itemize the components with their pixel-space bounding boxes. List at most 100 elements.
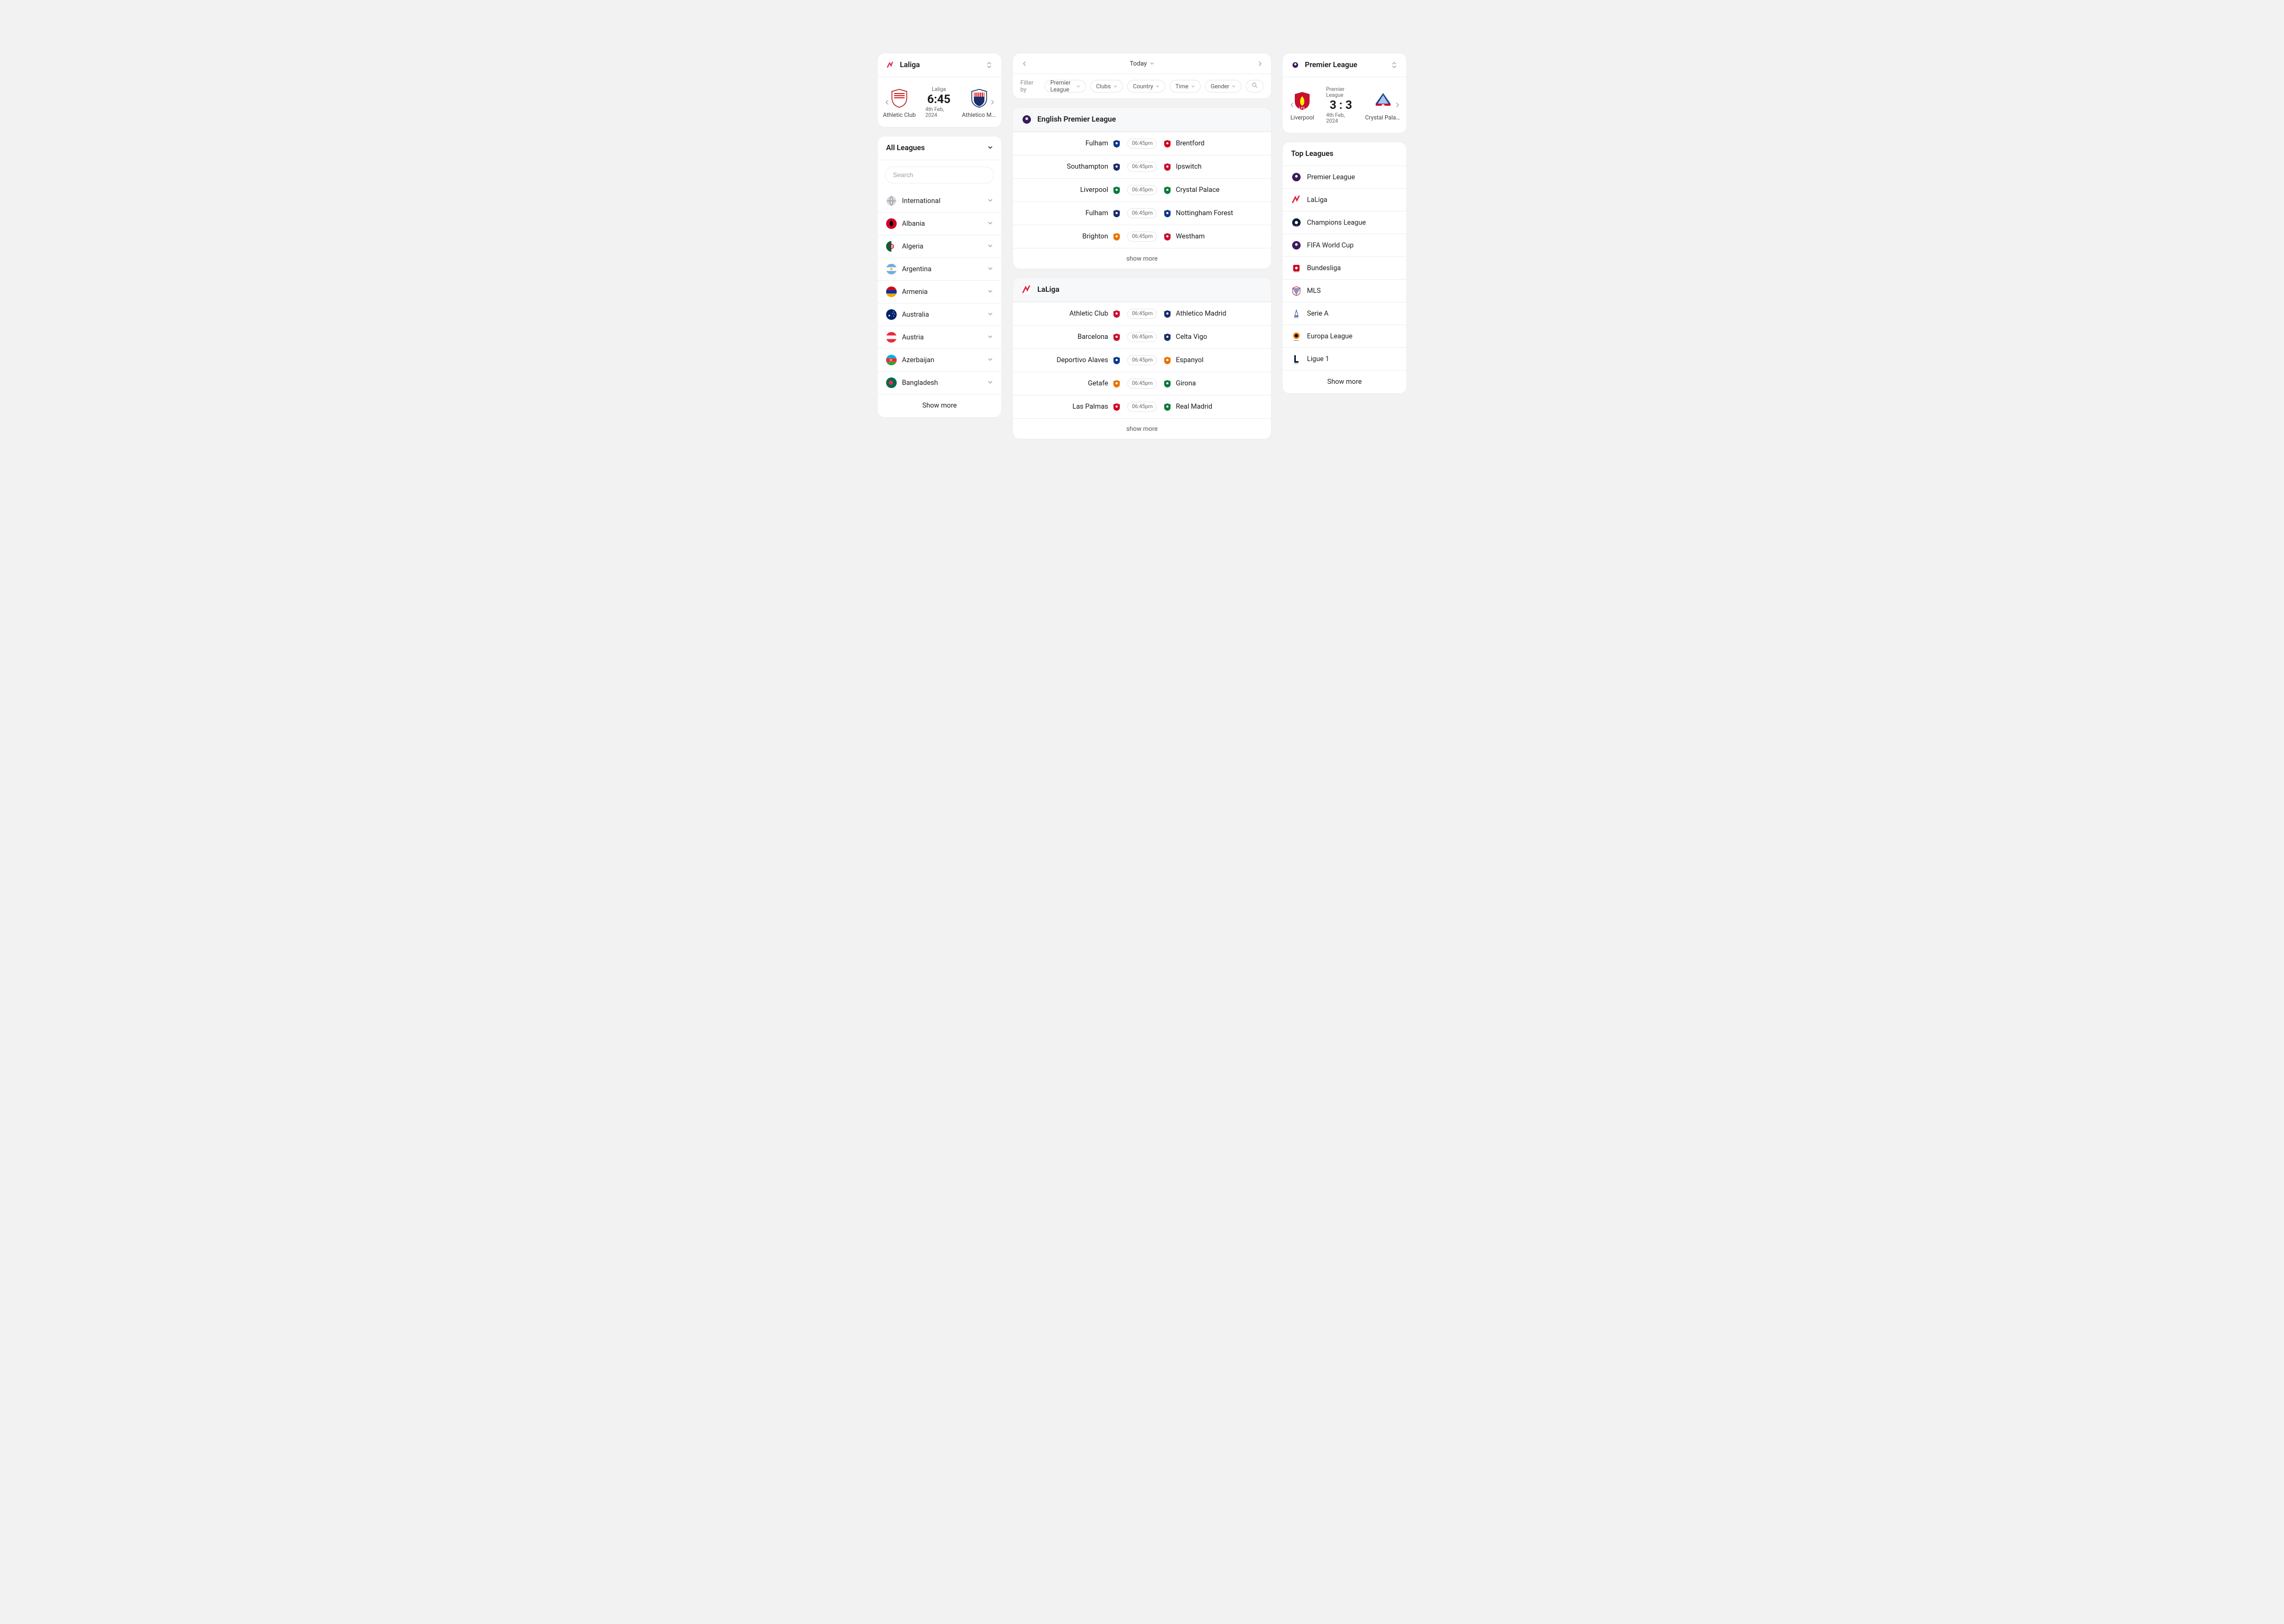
all-leagues-title: All Leagues xyxy=(886,144,925,152)
country-row[interactable]: Argentina xyxy=(878,257,1001,280)
match-row[interactable]: Liverpool 06:45pm Crystal Palace xyxy=(1013,178,1271,201)
flag-icon xyxy=(886,377,897,388)
svg-text:SERIE A: SERIE A xyxy=(1294,317,1299,319)
home-team-name: Liverpool xyxy=(1080,186,1108,194)
country-row[interactable]: International xyxy=(878,190,1001,212)
flag-icon xyxy=(886,332,897,343)
date-prev-button[interactable] xyxy=(1020,59,1029,68)
club-crest-icon xyxy=(1112,209,1121,218)
filter-bar: Filter by Premier League Clubs Country T… xyxy=(1013,74,1271,98)
match-time: 06:45pm xyxy=(1127,309,1157,319)
featured-league-label: Premier League xyxy=(1326,87,1356,98)
club-crest-icon xyxy=(1112,380,1121,388)
show-more-button[interactable]: show more xyxy=(1013,248,1271,269)
match-time: 06:45pm xyxy=(1127,185,1157,195)
chevron-down-icon xyxy=(988,379,993,387)
match-row[interactable]: Getafe 06:45pm Girona xyxy=(1013,372,1271,395)
top-league-name: Champions League xyxy=(1307,219,1366,227)
filter-chip-label: Premier League xyxy=(1051,79,1074,93)
sort-icon[interactable] xyxy=(1392,61,1398,69)
top-league-row[interactable]: LIGUE 1 Ligue 1 xyxy=(1283,347,1406,370)
club-crest-icon xyxy=(1163,310,1172,318)
top-league-row[interactable]: Premier League xyxy=(1283,166,1406,188)
top-league-name: Ligue 1 xyxy=(1307,355,1329,363)
match-time: 06:45pm xyxy=(1127,332,1157,342)
away-team-name: Espanyol xyxy=(1176,356,1203,364)
featured-score: Laliga 6:45 4th Feb, 2024 xyxy=(925,87,952,118)
chevron-down-icon xyxy=(1156,83,1159,90)
chevron-down-icon xyxy=(1232,83,1236,90)
top-league-row[interactable]: MLS xyxy=(1283,279,1406,302)
top-league-row[interactable]: CHAMPIONS Champions League xyxy=(1283,211,1406,234)
featured-prev-button[interactable] xyxy=(1288,101,1296,109)
flag-icon xyxy=(886,264,897,274)
featured-prev-button[interactable] xyxy=(883,98,891,106)
filter-chip[interactable]: Gender xyxy=(1205,80,1241,93)
seriea-icon: SERIE A xyxy=(1291,308,1302,319)
club-crest-icon xyxy=(1163,186,1172,195)
sort-icon[interactable] xyxy=(987,61,993,69)
show-more-button[interactable]: show more xyxy=(1013,418,1271,439)
match-row[interactable]: Las Palmas 06:45pm Real Madrid xyxy=(1013,395,1271,418)
featured-score-value: 3 : 3 xyxy=(1330,99,1352,112)
top-league-row[interactable]: BUNDES Bundesliga xyxy=(1283,256,1406,279)
countries-list: International Albania Algeria Argentina xyxy=(878,190,1001,394)
all-leagues-header[interactable]: All Leagues xyxy=(878,136,1001,160)
country-row[interactable]: Australia xyxy=(878,303,1001,326)
top-league-name: FIFA World Cup xyxy=(1307,242,1353,250)
svg-text:EUROPA: EUROPA xyxy=(1294,340,1299,342)
top-league-row[interactable]: LaLiga xyxy=(1283,188,1406,211)
league-group-card: LaLiga Athletic Club 06:45pm Athletico M… xyxy=(1012,278,1272,439)
match-row[interactable]: Deportivo Alaves 06:45pm Espanyol xyxy=(1013,348,1271,372)
home-team-name: Deportivo Alaves xyxy=(1056,356,1108,364)
filter-chip[interactable]: Clubs xyxy=(1090,80,1123,93)
top-league-row[interactable]: FIFA World Cup xyxy=(1283,234,1406,256)
all-leagues-card: All Leagues International Albania Al xyxy=(877,136,1002,418)
show-more-button[interactable]: Show more xyxy=(878,394,1001,417)
featured-time: 6:45 xyxy=(927,93,951,106)
laliga-icon xyxy=(1021,284,1032,295)
home-team-name: Las Palmas xyxy=(1072,403,1108,411)
home-team-name: Barcelona xyxy=(1077,333,1108,341)
country-row[interactable]: Albania xyxy=(878,212,1001,235)
chevron-down-icon xyxy=(988,144,993,152)
show-more-button[interactable]: Show more xyxy=(1283,370,1406,393)
top-league-row[interactable]: SERIE A Serie A xyxy=(1283,302,1406,325)
away-team-name: Celta Vigo xyxy=(1176,333,1207,341)
ucl-icon: CHAMPIONS xyxy=(1291,217,1302,228)
match-row[interactable]: Southampton 06:45pm Ipswitch xyxy=(1013,155,1271,178)
club-crest-icon xyxy=(1163,403,1172,411)
premier-league-icon xyxy=(1291,61,1300,69)
match-row[interactable]: Athletic Club 06:45pm Athletico Madrid xyxy=(1013,302,1271,325)
match-row[interactable]: Brighton 06:45pm Westham xyxy=(1013,225,1271,248)
epl-icon xyxy=(1291,172,1302,182)
match-row[interactable]: Fulham 06:45pm Nottingham Forest xyxy=(1013,201,1271,225)
date-selector[interactable]: Today xyxy=(1130,60,1154,67)
match-row[interactable]: Barcelona 06:45pm Celta Vigo xyxy=(1013,325,1271,348)
match-time: 06:45pm xyxy=(1127,355,1157,365)
club-crest-icon xyxy=(1112,140,1121,148)
country-row[interactable]: Algeria xyxy=(878,235,1001,257)
filter-chip[interactable]: Premier League xyxy=(1045,80,1086,93)
date-next-button[interactable] xyxy=(1255,59,1264,68)
chevron-down-icon xyxy=(988,356,993,364)
featured-match: L.F.C. Liverpool Premier League 3 : 3 4t… xyxy=(1283,77,1406,133)
country-row[interactable]: Austria xyxy=(878,326,1001,348)
leagues-search-input[interactable] xyxy=(885,167,994,183)
featured-next-button[interactable] xyxy=(988,98,996,106)
filter-search[interactable] xyxy=(1246,80,1264,93)
top-league-row[interactable]: EUROPA Europa League xyxy=(1283,325,1406,347)
featured-away-name: Crystal Palace xyxy=(1365,114,1401,121)
home-team-name: Athletic Club xyxy=(1070,310,1108,318)
featured-next-button[interactable] xyxy=(1393,101,1401,109)
country-row[interactable]: Bangladesh xyxy=(878,371,1001,394)
country-row[interactable]: Azerbaijan xyxy=(878,348,1001,371)
filter-chip[interactable]: Country xyxy=(1127,80,1165,93)
country-row[interactable]: Armenia xyxy=(878,280,1001,303)
away-team-name: Westham xyxy=(1176,233,1205,241)
laliga-icon xyxy=(886,61,895,69)
filter-chip[interactable]: Time xyxy=(1169,80,1201,93)
club-crest-icon xyxy=(1163,233,1172,241)
featured-date: 4th Feb, 2024 xyxy=(1326,113,1356,124)
match-row[interactable]: Fulham 06:45pm Brentford xyxy=(1013,132,1271,155)
